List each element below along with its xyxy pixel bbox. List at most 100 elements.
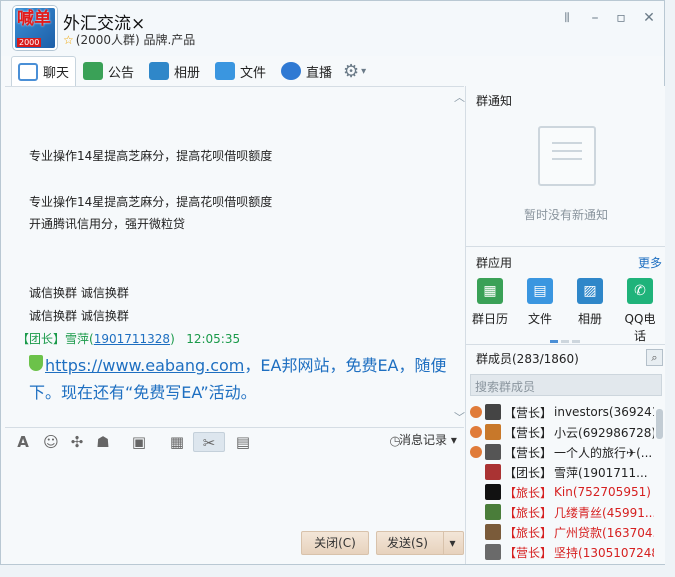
person-icon bbox=[470, 526, 482, 538]
member-name: 小云(692986728) bbox=[554, 425, 654, 440]
qq-group-chat-window: 喊单 2000 外汇交流× ☆ (2000人群) 品牌.产品 ⫼ – ▫ ✕ 聊天… bbox=[0, 0, 665, 565]
calendar-icon: ▦ bbox=[477, 278, 503, 304]
website-link[interactable]: https://www.eabang.com bbox=[45, 356, 244, 375]
scroll-down-icon[interactable]: ﹀ bbox=[454, 409, 465, 425]
person-icon bbox=[470, 466, 482, 478]
folder-icon bbox=[215, 62, 235, 80]
apps-title: 群应用 bbox=[476, 256, 513, 270]
member-name: 几缕青丝(45991... bbox=[554, 505, 654, 520]
member-name: investors(369241... bbox=[554, 405, 654, 419]
member-item[interactable]: 【营长】investors(369241... bbox=[470, 402, 654, 422]
send-button[interactable]: 发送(S) ▾ bbox=[376, 531, 464, 555]
member-search-input[interactable]: 搜索群成员 bbox=[470, 374, 662, 396]
member-item[interactable]: 【旅长】 广州贷款(163704... bbox=[470, 522, 654, 542]
member-avatar bbox=[485, 424, 501, 440]
sender-qq-link[interactable]: 1901711328 bbox=[94, 332, 170, 346]
send-options-chevron-icon[interactable]: ▾ bbox=[443, 532, 461, 554]
member-item[interactable]: 【团长】 雪萍(1901711... bbox=[470, 462, 654, 482]
maximize-icon[interactable]: ▫ bbox=[611, 9, 631, 27]
right-panel: 群通知 暂时没有新通知 群应用 更多 ▦ 群日历 ▤ 文件 ▨ 相册 ✆ QQ电话 群成… bbox=[465, 86, 665, 564]
message-history-button[interactable]: 消息记录 ▾ bbox=[399, 431, 457, 448]
member-search-icon[interactable]: ⌕ bbox=[646, 349, 663, 366]
message-line-1: https://www.eabang.com，EA邦网站，免费EA，随便 bbox=[45, 356, 447, 375]
member-name: 广州贷款(163704... bbox=[554, 525, 654, 540]
message-time: 12:05:35 bbox=[186, 332, 241, 346]
member-item[interactable]: 【旅长】 几缕青丝(45991... bbox=[470, 502, 654, 522]
announce-icon bbox=[83, 62, 103, 80]
magic-emoji-icon[interactable]: ✣ bbox=[67, 432, 87, 452]
members-header: 群成员(283/1860) ⌕ bbox=[466, 344, 665, 370]
member-name: 雪萍(1901711... bbox=[554, 465, 648, 480]
more-apps-link[interactable]: 更多 bbox=[638, 254, 662, 271]
shake-icon[interactable]: ☗ bbox=[93, 432, 113, 452]
chat-message: 专业操作14星提高芝麻分，提高花呗借呗额度 bbox=[29, 149, 273, 163]
settings-gear-icon[interactable]: ⚙ ▾ bbox=[343, 56, 366, 86]
tab-album[interactable]: 相册 bbox=[149, 56, 200, 86]
pin-icon[interactable]: ⫼ bbox=[557, 9, 577, 27]
feature-tabs: 聊天 公告 相册 文件 直播 ⚙ ▾ bbox=[1, 56, 664, 86]
more-tools-icon[interactable]: ▤ bbox=[233, 432, 253, 452]
star-icon: ☆ bbox=[63, 33, 74, 47]
apps-pager[interactable] bbox=[550, 332, 584, 343]
emoji-icon[interactable]: ☺ bbox=[41, 432, 61, 452]
window-header: 喊单 2000 外汇交流× ☆ (2000人群) 品牌.产品 ⫼ – ▫ ✕ bbox=[1, 1, 664, 56]
album-icon bbox=[149, 62, 169, 80]
member-avatar bbox=[485, 484, 501, 500]
member-item[interactable]: 【营长】 一个人的旅行✈(... bbox=[470, 442, 654, 462]
group-subtitle: ☆ (2000人群) 品牌.产品 bbox=[63, 33, 196, 47]
tab-chat[interactable]: 聊天 bbox=[11, 56, 77, 86]
app-qq-call[interactable]: ✆ QQ电话 bbox=[620, 278, 660, 344]
member-name: 一个人的旅行✈(... bbox=[554, 445, 653, 460]
tab-live[interactable]: 直播 bbox=[281, 56, 332, 86]
message-line-2: 下。现在还有“免费写EA”活动。 bbox=[29, 383, 257, 402]
member-avatar bbox=[485, 544, 501, 560]
divider bbox=[466, 246, 665, 247]
member-level: 【营长】 bbox=[504, 425, 553, 440]
member-level: 【团长】 bbox=[504, 465, 553, 480]
chat-messages[interactable]: ︿ 专业操作14星提高芝麻分，提高花呗借呗额度 专业操作14星提高芝麻分，提高花… bbox=[5, 86, 465, 426]
member-avatar bbox=[485, 404, 501, 420]
app-calendar[interactable]: ▦ 群日历 bbox=[470, 278, 510, 327]
close-button[interactable]: 关闭(C) bbox=[301, 531, 369, 555]
chat-message: 诚信换群 诚信换群 bbox=[29, 286, 129, 300]
member-name: 坚持(1305107248) bbox=[554, 545, 654, 560]
member-item[interactable]: 【营长】 小云(692986728) bbox=[470, 422, 654, 442]
tab-announcement[interactable]: 公告 bbox=[83, 56, 134, 86]
minimize-icon[interactable]: – bbox=[585, 9, 605, 27]
chat-message: 专业操作14星提高芝麻分，提高花呗借呗额度 bbox=[29, 195, 273, 209]
member-list-scrollbar[interactable] bbox=[656, 409, 663, 439]
person-icon bbox=[470, 446, 482, 458]
person-icon bbox=[470, 426, 482, 438]
member-item[interactable]: 【旅长】 Kin(752705951) bbox=[470, 482, 654, 502]
avatar-sub: 2000 bbox=[17, 38, 42, 47]
group-avatar[interactable]: 喊单 2000 bbox=[13, 6, 57, 50]
member-avatar bbox=[485, 504, 501, 520]
album-icon: ▨ bbox=[577, 278, 603, 304]
app-files[interactable]: ▤ 文件 bbox=[520, 278, 560, 327]
member-level: 【营长】 bbox=[504, 545, 553, 560]
input-toolbar: A ☺ ✣ ☗ ▣ ▦ ✂ ▤ ◷ bbox=[5, 427, 464, 455]
member-item[interactable]: 【营长】 坚持(1305107248) bbox=[470, 542, 654, 562]
notice-title: 群通知 bbox=[476, 94, 513, 108]
gift-icon[interactable]: ▦ bbox=[167, 432, 187, 452]
person-icon bbox=[470, 506, 482, 518]
member-level: 【营长】 bbox=[504, 445, 553, 460]
screenshot-scissors-icon[interactable]: ✂ bbox=[193, 432, 225, 452]
image-icon[interactable]: ▣ bbox=[129, 432, 149, 452]
font-icon[interactable]: A bbox=[13, 432, 33, 452]
tab-files[interactable]: 文件 bbox=[215, 56, 266, 86]
phone-icon: ✆ bbox=[627, 278, 653, 304]
app-album[interactable]: ▨ 相册 bbox=[570, 278, 610, 327]
chat-message: 开通腾讯信用分，强开微粒贷 bbox=[29, 217, 186, 231]
close-icon[interactable]: ✕ bbox=[639, 9, 659, 27]
person-icon bbox=[470, 406, 482, 418]
member-name: Kin(752705951) bbox=[554, 485, 651, 499]
chat-message: 诚信换群 诚信换群 bbox=[29, 309, 129, 323]
member-level: 【旅长】 bbox=[504, 505, 553, 520]
member-avatar bbox=[485, 444, 501, 460]
folder-icon: ▤ bbox=[527, 278, 553, 304]
person-icon bbox=[470, 546, 482, 558]
message-sender: 【团长】雪萍(1901711328) 12:05:35 bbox=[17, 332, 241, 346]
member-level: 【营长】 bbox=[504, 405, 553, 420]
scroll-up-icon[interactable]: ︿ bbox=[454, 89, 465, 105]
